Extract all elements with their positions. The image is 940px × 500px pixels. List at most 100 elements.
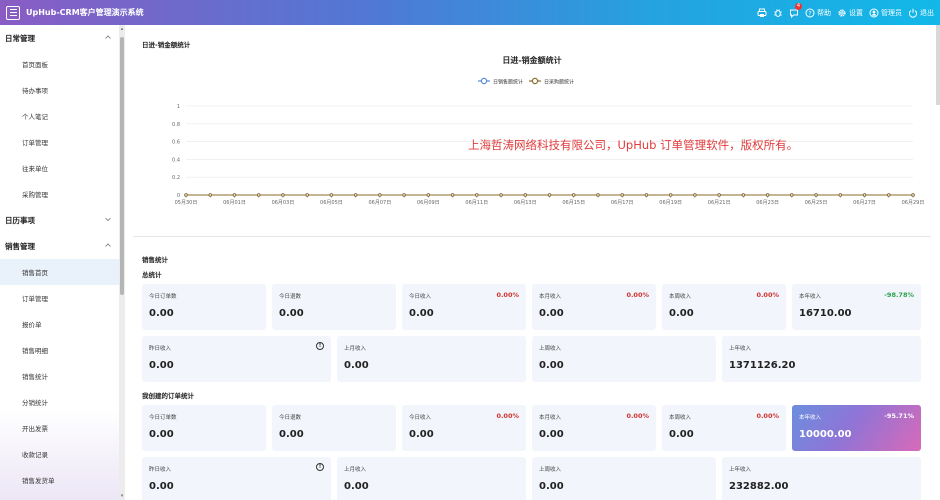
stat-percent: 0.00% bbox=[496, 291, 519, 299]
data-point bbox=[305, 193, 309, 197]
x-tick-label: 06月03日 bbox=[272, 200, 295, 206]
stat-value: 0.00 bbox=[149, 360, 174, 371]
sidebar-item[interactable]: 销售统计 bbox=[0, 363, 119, 389]
sidebar-item[interactable]: 往来单位 bbox=[0, 155, 119, 181]
message-icon[interactable]: 4 bbox=[789, 2, 802, 18]
stat-value: 0.00 bbox=[344, 481, 369, 492]
stat-value: 0.00 bbox=[669, 429, 694, 440]
data-point bbox=[838, 193, 843, 197]
sales-section-title: 销售统计 bbox=[142, 256, 168, 264]
legend-marker bbox=[480, 77, 488, 85]
gear-icon bbox=[837, 8, 847, 18]
data-point bbox=[378, 193, 382, 197]
stat-card: 本年收入 10000.00 -95.71% bbox=[792, 405, 921, 451]
sidebar-item[interactable]: 订单管理 bbox=[0, 129, 119, 155]
sidebar-item[interactable]: 开出发票 bbox=[0, 415, 119, 441]
stat-value: 0.00 bbox=[539, 308, 564, 319]
menu-logo-icon[interactable] bbox=[6, 5, 20, 20]
stat-percent: 0.00% bbox=[626, 291, 649, 299]
x-tick-label: 06月13日 bbox=[514, 200, 537, 206]
print-icon[interactable] bbox=[757, 8, 767, 18]
data-point bbox=[765, 193, 770, 197]
total-stats-title: 总统计 bbox=[142, 271, 162, 279]
stat-value: 0.00 bbox=[149, 308, 174, 319]
stat-card: 今日收入 0.00 0.00% bbox=[402, 405, 526, 451]
data-point bbox=[232, 193, 237, 197]
stat-label: 本月收入 bbox=[539, 415, 562, 421]
sidebar-item[interactable]: 分销统计 bbox=[0, 389, 119, 415]
stat-label: 昨日收入 bbox=[149, 346, 172, 352]
sidebar-group[interactable]: 销售管理 bbox=[0, 233, 119, 259]
data-point bbox=[547, 193, 552, 197]
sidebar-group-label: 日历事项 bbox=[5, 215, 35, 225]
data-point bbox=[717, 193, 721, 197]
sidebar-item[interactable]: 收款记录 bbox=[0, 441, 119, 467]
stat-label: 本年收入 bbox=[799, 415, 822, 421]
main-scrollbar[interactable] bbox=[936, 25, 940, 105]
x-tick-label: 06月21日 bbox=[708, 200, 731, 206]
sidebar-item[interactable]: 个人笔记 bbox=[0, 103, 119, 129]
sidebar-item[interactable]: 销售明细 bbox=[0, 337, 119, 363]
sidebar-item[interactable]: 订单管理 bbox=[0, 285, 119, 311]
power-icon bbox=[908, 8, 918, 18]
logout-link[interactable]: 退出 bbox=[908, 8, 934, 18]
data-point bbox=[523, 193, 528, 197]
stat-label: 本周收入 bbox=[669, 294, 692, 300]
data-point bbox=[450, 193, 455, 197]
stat-label: 今日订单数 bbox=[149, 294, 177, 300]
sidebar-item[interactable]: 首页面板 bbox=[0, 51, 119, 77]
sidebar-group-label: 日常管理 bbox=[5, 33, 35, 43]
stat-value: 232882.00 bbox=[729, 481, 789, 492]
stat-card: 昨日收入 0.00! bbox=[142, 336, 331, 382]
scrollbar-thumb[interactable] bbox=[120, 37, 124, 295]
x-tick-label: 06月01日 bbox=[223, 200, 246, 206]
stat-label: 今日退数 bbox=[279, 294, 302, 300]
data-point bbox=[426, 193, 431, 197]
info-icon[interactable]: ! bbox=[316, 463, 324, 471]
stat-label: 今日订单数 bbox=[149, 415, 177, 421]
stat-label: 昨日收入 bbox=[149, 467, 172, 473]
sidebar-item-label: 销售发货单 bbox=[22, 477, 55, 485]
sidebar: 日常管理 首页面板 待办事项 个人笔记 订单管理 往来单位 采购管理 日历事项 销售管理 销售首页… bbox=[0, 25, 119, 500]
top-header: UpHub-CRM客户管理演示系统 4 ? 帮助 设置 管理员 退出 bbox=[0, 0, 940, 25]
stat-percent: 0.00% bbox=[496, 412, 519, 420]
stat-label: 上年收入 bbox=[729, 346, 752, 352]
info-icon[interactable]: ! bbox=[316, 342, 324, 350]
stat-card: 本月收入 0.00 0.00% bbox=[532, 405, 656, 451]
sidebar-item[interactable]: 销售发货单 bbox=[0, 467, 119, 493]
sidebar-group[interactable]: 日常管理 bbox=[0, 25, 119, 51]
y-tick-label: 0.6 bbox=[172, 140, 180, 146]
stat-card: 本周收入 0.00 0.00% bbox=[662, 405, 786, 451]
data-point bbox=[256, 193, 261, 197]
x-tick-label: 05月30日 bbox=[175, 200, 198, 206]
stat-label: 本月收入 bbox=[539, 294, 562, 300]
sidebar-item[interactable]: 报价单 bbox=[0, 311, 119, 337]
stat-card: 今日订单数 0.00 bbox=[142, 405, 266, 451]
sidebar-group-label: 销售管理 bbox=[5, 241, 35, 251]
stat-label: 本周收入 bbox=[669, 415, 692, 421]
bug-icon[interactable] bbox=[773, 8, 783, 18]
help-link[interactable]: ? 帮助 bbox=[805, 8, 831, 18]
stat-value: 0.00 bbox=[149, 429, 174, 440]
stat-card: 本年收入 16710.00 -98.78% bbox=[792, 284, 921, 330]
scroll-up-arrow-icon[interactable]: ▴ bbox=[120, 27, 124, 32]
data-point bbox=[911, 193, 915, 197]
sidebar-item[interactable]: 采购管理 bbox=[0, 181, 119, 207]
y-tick-label: 0 bbox=[177, 193, 180, 199]
stat-label: 今日退数 bbox=[279, 415, 302, 421]
user-icon bbox=[869, 8, 879, 18]
scroll-down-arrow-icon[interactable]: ▾ bbox=[120, 494, 124, 499]
stat-percent: 0.00% bbox=[756, 412, 779, 420]
copyright-watermark: 上海哲涛网络科技有限公司，UpHub 订单管理软件，版权所有。 bbox=[468, 138, 799, 152]
sidebar-item[interactable]: 待办事项 bbox=[0, 77, 119, 103]
sidebar-item[interactable]: 销售首页 bbox=[0, 259, 119, 285]
sidebar-group[interactable]: 日历事项 bbox=[0, 207, 119, 233]
data-point bbox=[668, 193, 673, 197]
x-tick-label: 06月27日 bbox=[853, 200, 876, 206]
settings-link[interactable]: 设置 bbox=[837, 8, 863, 18]
admin-link[interactable]: 管理员 bbox=[869, 8, 902, 18]
help-icon: ? bbox=[805, 8, 815, 18]
stat-value: 0.00 bbox=[669, 308, 694, 319]
stat-card: 今日订单数 0.00 bbox=[142, 284, 266, 330]
sidebar-item-label: 开出发票 bbox=[22, 425, 48, 433]
